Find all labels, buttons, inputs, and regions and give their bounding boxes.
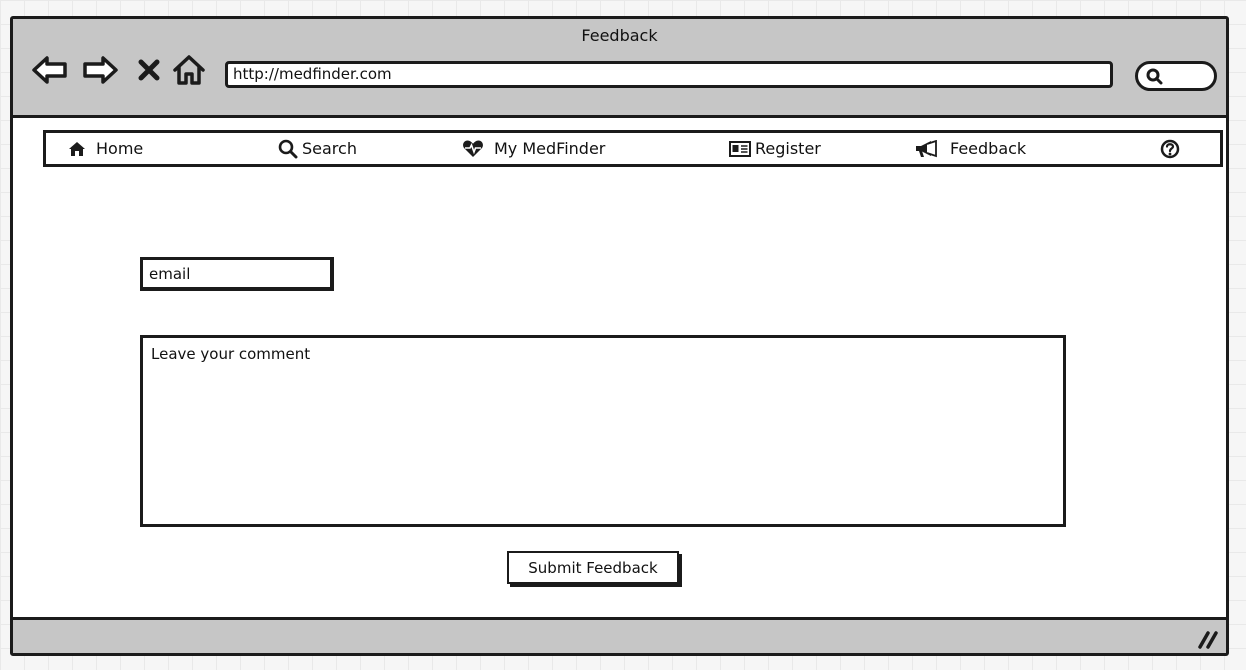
comment-textarea[interactable] (140, 335, 1066, 527)
search-icon (278, 139, 298, 158)
heartbeat-icon (463, 140, 483, 157)
menu-item-register[interactable]: Register (729, 133, 821, 164)
menu-item-label: Search (302, 139, 357, 158)
window-title: Feedback (581, 26, 658, 45)
resize-grip-icon[interactable] (1196, 629, 1218, 649)
megaphone-icon (916, 139, 937, 157)
menu-item-my-medfinder[interactable]: My MedFinder (462, 133, 605, 164)
search-icon (1146, 68, 1163, 85)
submit-feedback-button[interactable]: Submit Feedback (507, 551, 679, 584)
title-bar: Feedback http://medfinder.com (13, 19, 1226, 118)
menu-item-label: My MedFinder (494, 139, 606, 158)
menu-item-label: Home (96, 139, 144, 158)
close-x-icon[interactable] (129, 53, 169, 87)
menu-item-search[interactable]: Search (278, 133, 357, 164)
status-bar (13, 617, 1226, 653)
help-icon (1160, 139, 1180, 158)
forward-arrow-icon[interactable] (80, 53, 120, 87)
menu-item-home[interactable]: Home (68, 133, 143, 164)
url-bar[interactable]: http://medfinder.com (225, 61, 1113, 88)
home-icon (69, 141, 85, 156)
browser-window: Feedback http://medfinder.com Home Searc… (10, 16, 1229, 656)
id-card-icon (729, 140, 751, 157)
help-button[interactable] (1160, 133, 1180, 164)
menu-item-feedback[interactable]: Feedback (914, 133, 1026, 164)
home-outline-icon[interactable] (169, 53, 209, 87)
back-arrow-icon[interactable] (30, 53, 70, 87)
menu-bar: Home Search My MedFinder Register Feedba… (43, 130, 1223, 167)
search-field[interactable] (1135, 61, 1217, 91)
page-content: Home Search My MedFinder Register Feedba… (13, 118, 1226, 620)
menu-item-label: Register (755, 139, 821, 158)
email-field[interactable] (140, 257, 334, 291)
menu-item-label: Feedback (950, 139, 1027, 158)
